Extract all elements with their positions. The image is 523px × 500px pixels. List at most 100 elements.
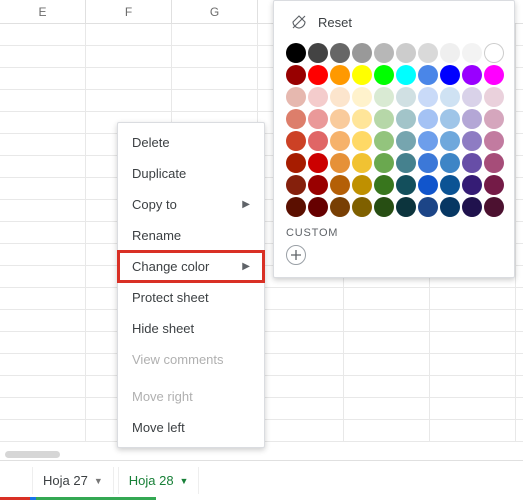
color-swatch[interactable] xyxy=(462,153,482,173)
color-swatch[interactable] xyxy=(308,87,328,107)
grid-cell[interactable] xyxy=(86,46,172,67)
color-swatch[interactable] xyxy=(330,65,350,85)
color-swatch[interactable] xyxy=(374,131,394,151)
color-swatch[interactable] xyxy=(330,153,350,173)
grid-cell[interactable] xyxy=(258,354,344,375)
color-swatch[interactable] xyxy=(286,87,306,107)
grid-cell[interactable] xyxy=(0,288,86,309)
color-swatch[interactable] xyxy=(440,43,460,63)
grid-cell[interactable] xyxy=(0,310,86,331)
color-swatch[interactable] xyxy=(484,197,504,217)
color-swatch[interactable] xyxy=(418,43,438,63)
menu-item-duplicate[interactable]: Duplicate xyxy=(118,158,264,189)
color-swatch[interactable] xyxy=(462,87,482,107)
grid-cell[interactable] xyxy=(172,46,258,67)
color-swatch[interactable] xyxy=(418,65,438,85)
color-swatch[interactable] xyxy=(484,65,504,85)
color-swatch[interactable] xyxy=(352,175,372,195)
color-swatch[interactable] xyxy=(484,87,504,107)
color-swatch[interactable] xyxy=(374,153,394,173)
color-swatch[interactable] xyxy=(286,197,306,217)
grid-cell[interactable] xyxy=(430,332,516,353)
grid-cell[interactable] xyxy=(0,24,86,45)
color-swatch[interactable] xyxy=(308,153,328,173)
color-swatch[interactable] xyxy=(418,175,438,195)
color-swatch[interactable] xyxy=(286,109,306,129)
column-header[interactable]: G xyxy=(172,0,258,23)
color-swatch[interactable] xyxy=(396,109,416,129)
color-swatch[interactable] xyxy=(308,197,328,217)
color-swatch[interactable] xyxy=(418,197,438,217)
menu-item-copy-to[interactable]: Copy to▶ xyxy=(118,189,264,220)
color-swatch[interactable] xyxy=(418,131,438,151)
add-custom-color-button[interactable] xyxy=(286,245,306,265)
color-swatch[interactable] xyxy=(396,175,416,195)
color-swatch[interactable] xyxy=(352,153,372,173)
color-swatch[interactable] xyxy=(396,65,416,85)
grid-cell[interactable] xyxy=(172,90,258,111)
color-swatch[interactable] xyxy=(352,197,372,217)
color-swatch[interactable] xyxy=(484,175,504,195)
grid-cell[interactable] xyxy=(172,68,258,89)
color-swatch[interactable] xyxy=(286,175,306,195)
color-swatch[interactable] xyxy=(308,65,328,85)
color-swatch[interactable] xyxy=(484,131,504,151)
menu-item-rename[interactable]: Rename xyxy=(118,220,264,251)
sheet-tab-hoja-27[interactable]: Hoja 27 ▼ xyxy=(32,467,114,494)
color-swatch[interactable] xyxy=(418,153,438,173)
color-swatch[interactable] xyxy=(440,87,460,107)
menu-item-move-left[interactable]: Move left xyxy=(118,412,264,443)
color-swatch[interactable] xyxy=(418,109,438,129)
grid-cell[interactable] xyxy=(0,354,86,375)
color-swatch[interactable] xyxy=(396,87,416,107)
color-swatch[interactable] xyxy=(462,175,482,195)
grid-cell[interactable] xyxy=(0,112,86,133)
color-swatch[interactable] xyxy=(330,87,350,107)
color-swatch[interactable] xyxy=(396,43,416,63)
grid-cell[interactable] xyxy=(0,222,86,243)
reset-color-button[interactable]: Reset xyxy=(286,11,502,33)
color-swatch[interactable] xyxy=(418,87,438,107)
grid-cell[interactable] xyxy=(344,420,430,441)
grid-cell[interactable] xyxy=(344,332,430,353)
color-swatch[interactable] xyxy=(484,43,504,63)
color-swatch[interactable] xyxy=(440,65,460,85)
color-swatch[interactable] xyxy=(308,109,328,129)
grid-cell[interactable] xyxy=(0,398,86,419)
color-swatch[interactable] xyxy=(352,131,372,151)
menu-item-protect-sheet[interactable]: Protect sheet xyxy=(118,282,264,313)
color-swatch[interactable] xyxy=(462,131,482,151)
menu-item-hide-sheet[interactable]: Hide sheet xyxy=(118,313,264,344)
column-header[interactable]: F xyxy=(86,0,172,23)
grid-cell[interactable] xyxy=(258,310,344,331)
color-swatch[interactable] xyxy=(374,65,394,85)
menu-item-delete[interactable]: Delete xyxy=(118,127,264,158)
grid-cell[interactable] xyxy=(0,156,86,177)
color-swatch[interactable] xyxy=(462,65,482,85)
grid-cell[interactable] xyxy=(430,288,516,309)
color-swatch[interactable] xyxy=(396,131,416,151)
column-header[interactable]: E xyxy=(0,0,86,23)
color-swatch[interactable] xyxy=(462,197,482,217)
grid-cell[interactable] xyxy=(86,68,172,89)
grid-cell[interactable] xyxy=(430,310,516,331)
grid-cell[interactable] xyxy=(0,200,86,221)
grid-cell[interactable] xyxy=(258,376,344,397)
grid-cell[interactable] xyxy=(0,68,86,89)
color-swatch[interactable] xyxy=(308,131,328,151)
grid-cell[interactable] xyxy=(0,332,86,353)
color-swatch[interactable] xyxy=(308,175,328,195)
color-swatch[interactable] xyxy=(440,153,460,173)
grid-cell[interactable] xyxy=(0,266,86,287)
color-swatch[interactable] xyxy=(396,197,416,217)
grid-cell[interactable] xyxy=(430,354,516,375)
grid-cell[interactable] xyxy=(258,288,344,309)
color-swatch[interactable] xyxy=(440,175,460,195)
color-swatch[interactable] xyxy=(330,197,350,217)
color-swatch[interactable] xyxy=(352,43,372,63)
grid-cell[interactable] xyxy=(430,398,516,419)
color-swatch[interactable] xyxy=(330,131,350,151)
horizontal-scrollbar[interactable] xyxy=(5,451,60,458)
color-swatch[interactable] xyxy=(374,197,394,217)
color-swatch[interactable] xyxy=(286,153,306,173)
